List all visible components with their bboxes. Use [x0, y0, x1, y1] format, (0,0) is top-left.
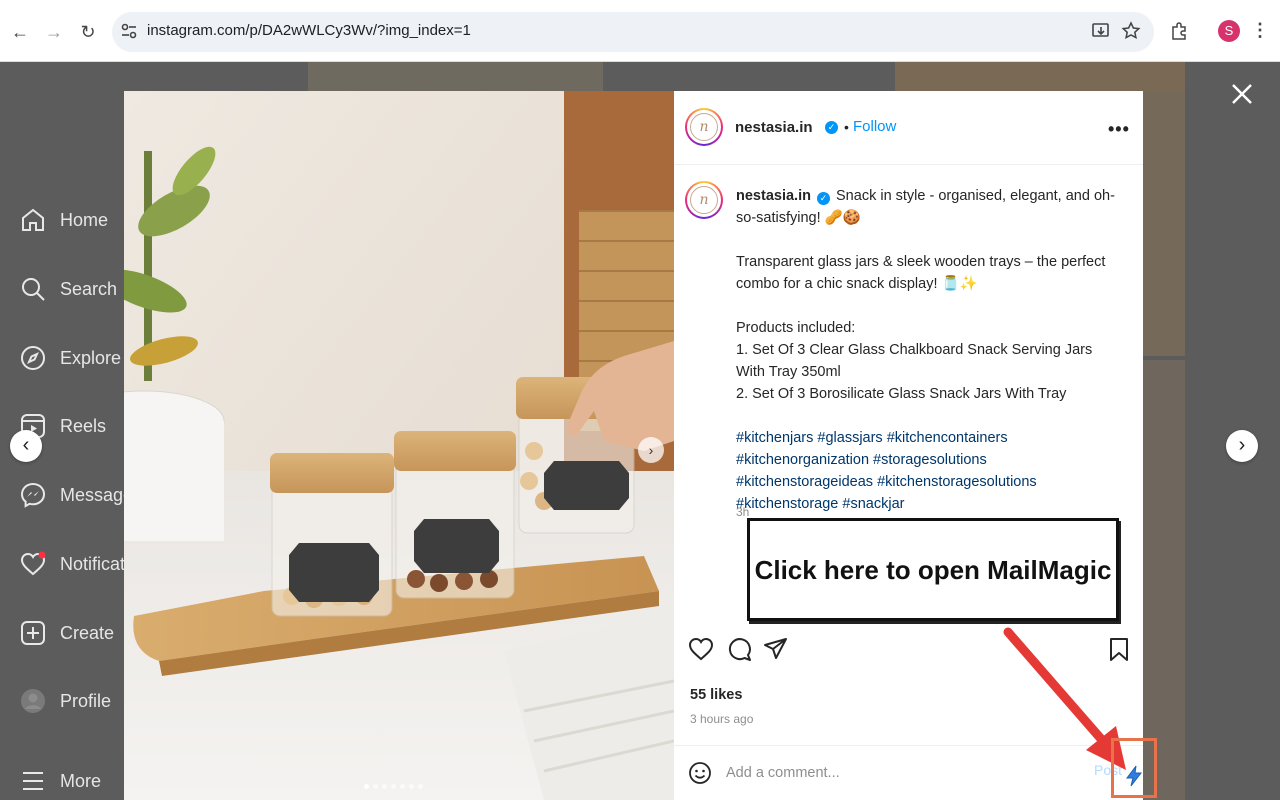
- image-dot: [400, 784, 405, 789]
- profile-avatar[interactable]: S: [1218, 20, 1240, 42]
- messenger-icon: [20, 482, 46, 508]
- sidebar-item-label: Profile: [60, 690, 112, 711]
- extensions-icon[interactable]: [1168, 20, 1190, 42]
- browser-menu-icon[interactable]: ⋮: [1248, 18, 1272, 42]
- sidebar-item-label: More: [60, 770, 102, 791]
- post-timestamp: 3 hours ago: [690, 712, 754, 726]
- image-dot: [373, 784, 378, 789]
- caption-timestamp: 3h: [736, 505, 750, 519]
- sidebar-item-label: Reels: [60, 415, 107, 436]
- caption-paragraph: Transparent glass jars & sleek wooden tr…: [736, 254, 1106, 292]
- sidebar-item-home[interactable]: Home: [20, 205, 108, 235]
- next-image-button[interactable]: ›: [638, 437, 664, 463]
- next-post-button[interactable]: ›: [1226, 430, 1258, 462]
- like-heart-icon[interactable]: [688, 636, 714, 662]
- sidebar-item-label: Create: [60, 622, 115, 643]
- post-header: n nestasia.in ✓ • Follow •••: [674, 91, 1143, 165]
- emoji-icon[interactable]: [688, 761, 712, 785]
- follow-button[interactable]: Follow: [853, 118, 896, 135]
- post-image: ›: [124, 91, 674, 800]
- sidebar-item-more[interactable]: More: [20, 766, 101, 796]
- image-dot: [418, 784, 423, 789]
- mailmagic-launcher-highlight[interactable]: [1111, 738, 1157, 798]
- verified-badge-icon: ✓: [825, 121, 838, 134]
- back-icon[interactable]: ←: [8, 20, 32, 44]
- mailmagic-callout: Click here to open MailMagic: [747, 518, 1119, 621]
- separator-dot: •: [844, 119, 849, 135]
- search-icon: [22, 278, 45, 301]
- share-send-icon[interactable]: [763, 636, 789, 662]
- product-item-1: 1. Set Of 3 Clear Glass Chalkboard Snack…: [736, 342, 1093, 380]
- caption-author-avatar[interactable]: n: [685, 181, 723, 219]
- author-avatar[interactable]: n: [685, 108, 723, 146]
- image-dot: [382, 784, 387, 789]
- product-photo: [124, 91, 674, 800]
- url-text[interactable]: instagram.com/p/DA2wWLCy3Wv/?img_index=1: [147, 22, 471, 39]
- products-heading: Products included:: [736, 320, 856, 336]
- sidebar-item-profile[interactable]: Profile: [20, 686, 111, 716]
- hashtags[interactable]: #kitchenjars #glassjars #kitchencontaine…: [736, 427, 1121, 515]
- sidebar-item-search[interactable]: Search: [20, 274, 117, 304]
- likes-count[interactable]: 55 likes: [690, 687, 742, 703]
- install-app-icon[interactable]: [1090, 20, 1112, 42]
- plus-square-icon: [21, 621, 45, 645]
- image-dot: [409, 784, 414, 789]
- brand-logo-icon: n: [690, 113, 718, 141]
- post-caption: nestasia.in ✓ Snack in style - organised…: [736, 185, 1121, 537]
- callout-text: Click here to open MailMagic: [754, 555, 1112, 585]
- forward-icon[interactable]: →: [42, 20, 66, 44]
- lightning-bolt-icon[interactable]: [1123, 765, 1145, 787]
- sidebar-item-label: Home: [60, 209, 109, 230]
- profile-icon: [21, 689, 45, 713]
- sidebar-item-explore[interactable]: Explore: [20, 343, 121, 373]
- image-dot: [364, 784, 369, 789]
- brand-logo-icon: n: [690, 186, 718, 214]
- author-username[interactable]: nestasia.in: [735, 119, 813, 136]
- close-icon[interactable]: [1228, 80, 1256, 108]
- sidebar-item-create[interactable]: Create: [20, 618, 114, 648]
- image-dot: [391, 784, 396, 789]
- compass-icon: [21, 346, 45, 370]
- reload-icon[interactable]: ↻: [76, 20, 100, 44]
- heart-icon: [20, 551, 46, 576]
- sidebar-item-label: Search: [60, 278, 118, 299]
- home-icon: [22, 208, 44, 231]
- site-settings-icon[interactable]: [120, 22, 138, 40]
- browser-toolbar: ← → ↻ instagram.com/p/DA2wWLCy3Wv/?img_i…: [0, 0, 1280, 62]
- caption-username[interactable]: nestasia.in: [736, 188, 811, 204]
- image-indicator-dots: [364, 784, 423, 789]
- sidebar-item-label: Explore: [60, 347, 122, 368]
- previous-post-button[interactable]: ‹: [10, 430, 42, 462]
- more-options-icon[interactable]: •••: [1108, 119, 1130, 140]
- comment-icon[interactable]: [726, 636, 752, 662]
- menu-icon: [23, 772, 43, 790]
- verified-badge-icon: ✓: [816, 192, 830, 205]
- bookmark-star-icon[interactable]: [1120, 20, 1142, 42]
- product-item-2: 2. Set Of 3 Borosilicate Glass Snack Jar…: [736, 386, 1067, 402]
